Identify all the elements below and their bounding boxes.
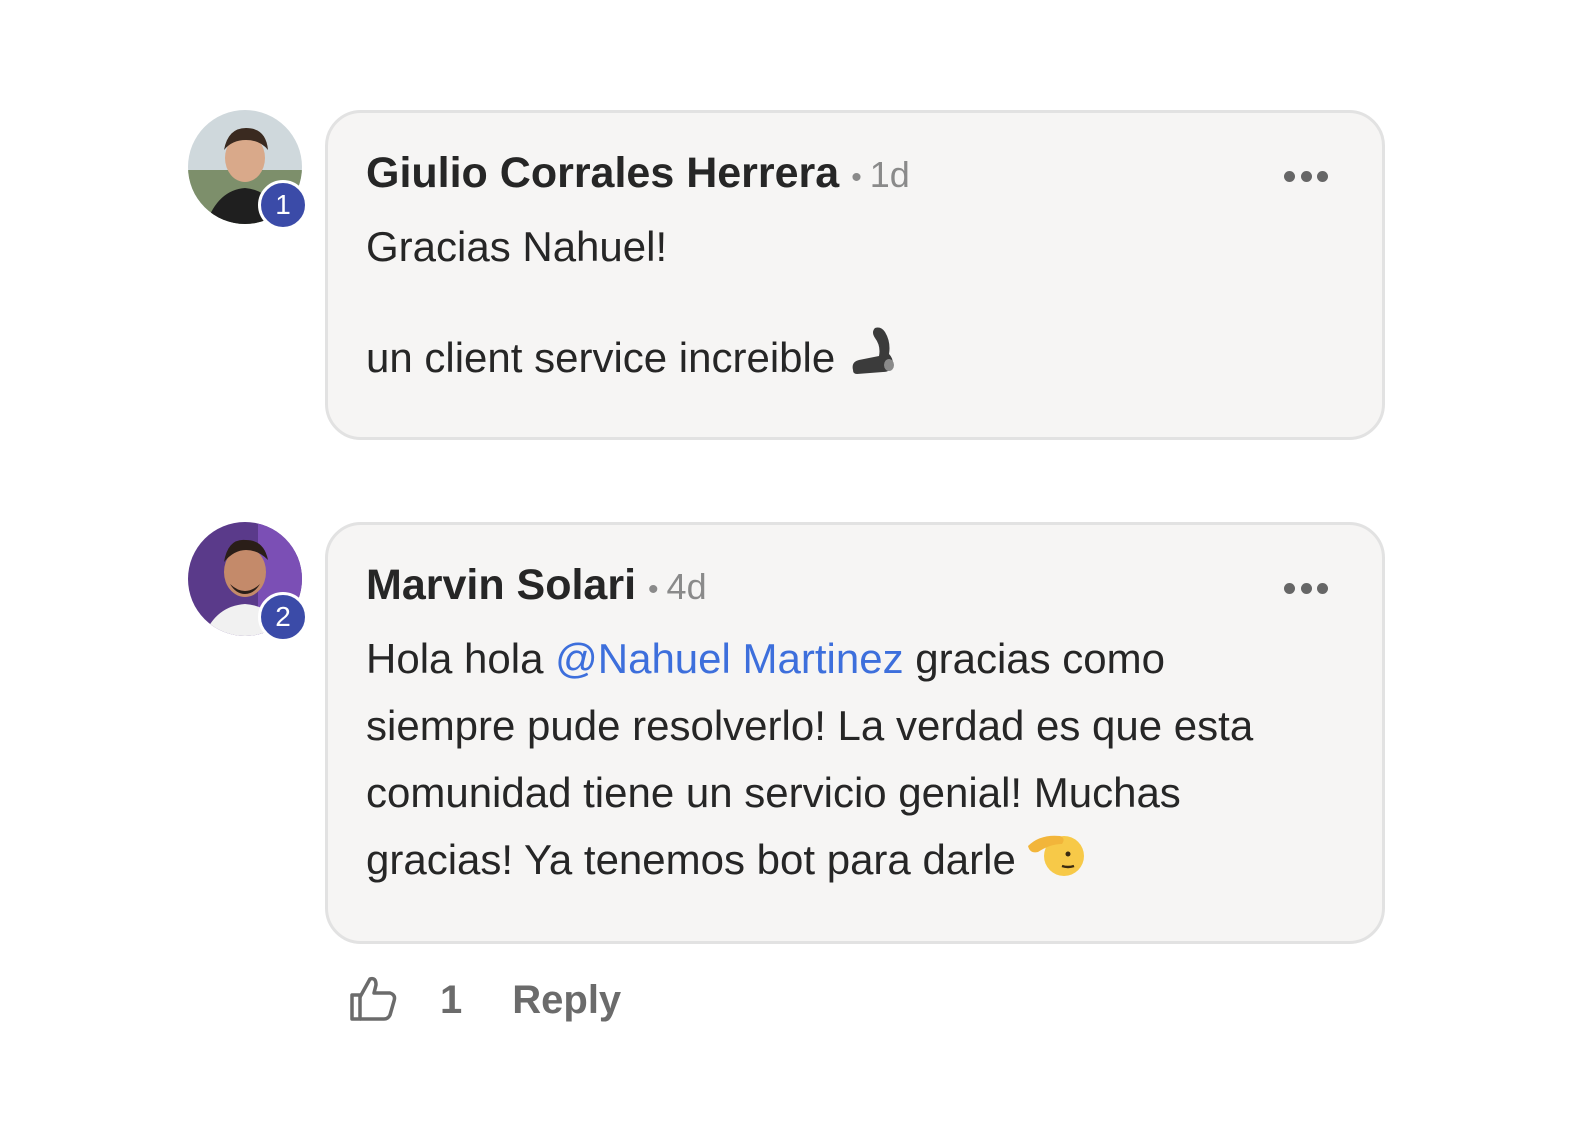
- author-name[interactable]: Giulio Corrales Herrera: [366, 149, 839, 198]
- comment-header: Giulio Corrales Herrera • 1d: [366, 149, 1344, 205]
- like-icon[interactable]: [348, 973, 398, 1028]
- more-options-icon[interactable]: [1284, 169, 1328, 183]
- mention-link[interactable]: @Nahuel Martinez: [555, 635, 903, 682]
- level-badge: 1: [258, 180, 308, 230]
- separator-dot: •: [851, 161, 862, 194]
- author-name[interactable]: Marvin Solari: [366, 561, 636, 610]
- more-options-icon[interactable]: [1284, 581, 1328, 595]
- comment-text: Hola hola @Nahuel Martinez gracias como …: [366, 625, 1326, 899]
- comment-header: Marvin Solari • 4d: [366, 561, 1344, 617]
- comment-line: un client service increible: [366, 324, 1344, 397]
- timestamp: 4d: [666, 566, 707, 607]
- comment-text: Gracias Nahuel! un client service increi…: [366, 213, 1344, 397]
- like-count: 1: [440, 977, 463, 1022]
- timestamp: 1d: [869, 154, 910, 195]
- avatar-container[interactable]: 1: [188, 110, 308, 230]
- avatar-container[interactable]: 2: [188, 522, 308, 642]
- comment-line: Gracias Nahuel!: [366, 223, 668, 270]
- comment-bubble: Giulio Corrales Herrera • 1d Gracias Nah…: [325, 110, 1385, 440]
- comment-actions: 1 Reply: [348, 970, 621, 1030]
- separator-dot: •: [648, 573, 659, 606]
- flexed-biceps-icon: [845, 324, 899, 397]
- reply-button[interactable]: Reply: [512, 978, 621, 1023]
- comment-bubble: Marvin Solari • 4d Hola hola @Nahuel Mar…: [325, 522, 1385, 944]
- saluting-face-icon: [1026, 826, 1084, 899]
- level-badge: 2: [258, 592, 308, 642]
